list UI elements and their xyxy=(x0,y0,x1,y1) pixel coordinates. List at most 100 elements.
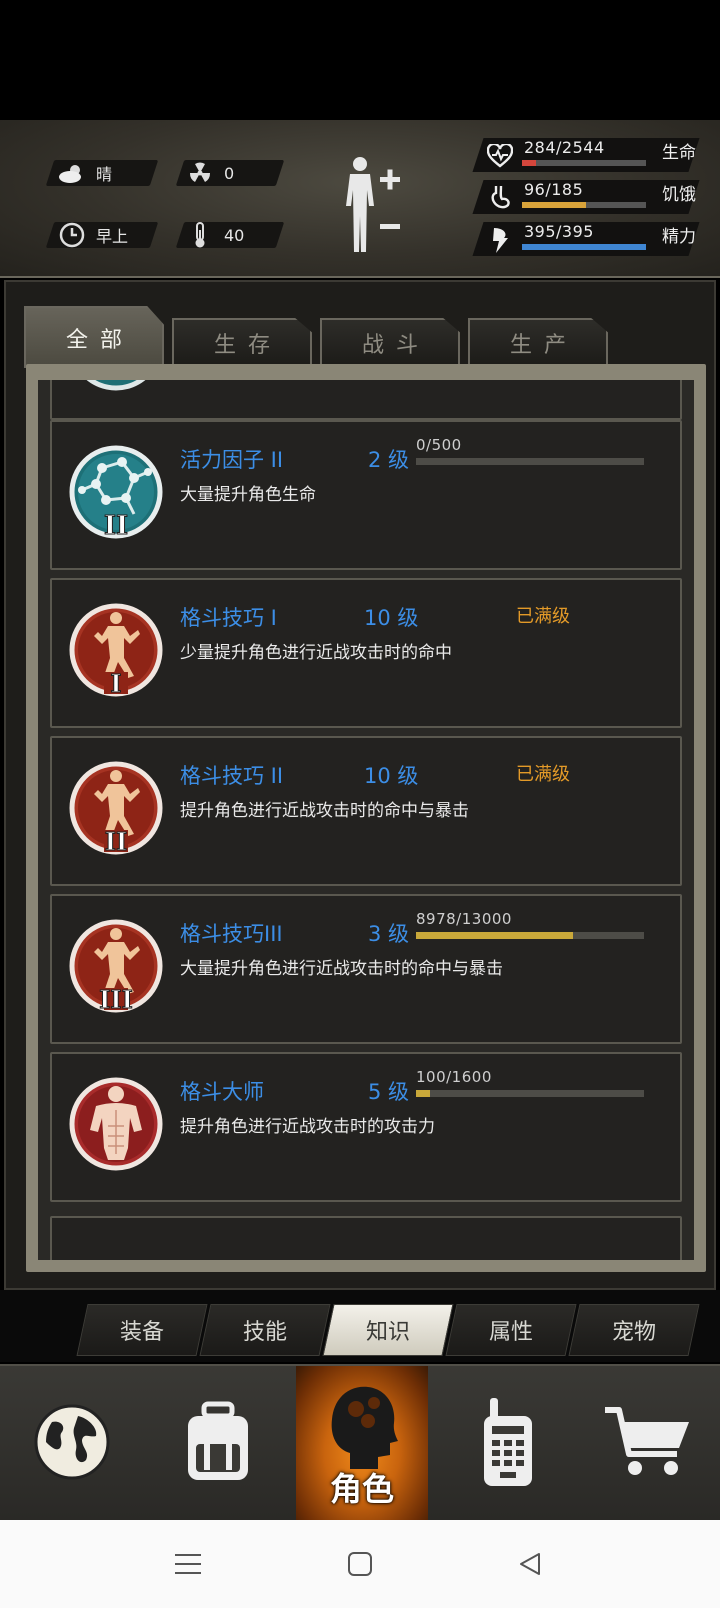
vital-fill xyxy=(522,160,536,166)
tab-1[interactable]: 生存 xyxy=(172,318,312,366)
item-name: 格斗技巧III xyxy=(180,922,283,946)
item-description: 提升角色进行近战攻击时的攻击力 xyxy=(180,1117,435,1137)
maxed-label: 已满级 xyxy=(516,764,570,785)
vital-label: 生命 xyxy=(662,143,696,163)
svg-text:I: I xyxy=(110,669,121,698)
molecule-icon xyxy=(68,380,164,400)
vital-label: 饥饿 xyxy=(662,185,696,205)
item-description: 少量提升角色进行近战攻击时的命中 xyxy=(180,643,452,663)
heart-icon xyxy=(486,142,514,170)
top-black-area xyxy=(0,0,720,120)
status-bar: 晴 0 早上 40 284/2544 生命 96/185 饥饿 395/395 精力 xyxy=(0,120,720,278)
tab-2[interactable]: 战斗 xyxy=(320,318,460,366)
item-description: 大量提升角色生命 xyxy=(180,485,316,505)
item-name: 格斗技巧 II xyxy=(180,764,284,788)
sub-tab-1[interactable]: 技能 xyxy=(205,1304,325,1356)
stomach-icon xyxy=(486,184,514,212)
item-level: 10 级 xyxy=(364,764,419,788)
item-name: 格斗大师 xyxy=(180,1080,264,1104)
item-description: 大量提升角色进行近战攻击时的命中与暴击 xyxy=(180,959,503,979)
bottom-navigation: 角色 xyxy=(0,1364,720,1522)
vital-value: 284/2544 xyxy=(524,138,605,157)
list-item[interactable]: II 活力因子 II 2 级大量提升角色生命 0/500 xyxy=(50,420,682,570)
svg-text:II: II xyxy=(104,511,128,541)
nav-label: 角色 xyxy=(329,1470,394,1508)
body-plus-minus-icon[interactable] xyxy=(338,154,418,254)
item-level: 10 级 xyxy=(364,606,419,630)
vital-track xyxy=(522,244,646,250)
energy-icon xyxy=(486,226,514,254)
svg-text:III: III xyxy=(99,985,133,1014)
cloud-sun-icon xyxy=(58,159,86,187)
radiation-status: 0 xyxy=(186,160,234,186)
maxed-label: 已满级 xyxy=(516,606,570,627)
sub-tab-3[interactable]: 属性 xyxy=(451,1304,571,1356)
progress-track xyxy=(416,458,644,465)
home-icon[interactable] xyxy=(342,1546,378,1582)
progress-text: 0/500 xyxy=(416,436,462,454)
knowledge-list[interactable]: II 活力因子 II 2 级大量提升角色生命 0/500 I 格斗技巧 I 10 级少量提升… xyxy=(38,380,694,1260)
clock-icon xyxy=(58,221,86,249)
progress-text: 8978/13000 xyxy=(416,910,512,928)
tab-0[interactable]: 全部 xyxy=(24,306,164,368)
list-item[interactable]: I 格斗技巧 I 10 级少量提升角色进行近战攻击时的命中 已满级 xyxy=(50,578,682,728)
progress-track xyxy=(416,932,644,939)
nav-head[interactable]: 角色 xyxy=(296,1366,428,1522)
list-item-partial[interactable] xyxy=(50,1216,682,1260)
tab-3[interactable]: 生产 xyxy=(468,318,608,366)
backpack-icon xyxy=(178,1400,258,1488)
vital-fill xyxy=(522,202,586,208)
item-level: 2 级 xyxy=(368,448,410,472)
vital-track xyxy=(522,160,646,166)
thermometer-icon xyxy=(186,221,214,249)
progress-track xyxy=(416,1090,644,1097)
radiation-value: 0 xyxy=(224,163,235,183)
list-frame: II 活力因子 II 2 级大量提升角色生命 0/500 I 格斗技巧 I 10 级少量提升… xyxy=(26,364,706,1272)
item-level: 5 级 xyxy=(368,1080,410,1104)
muscle-torso-icon xyxy=(68,1070,164,1182)
menu-icon[interactable] xyxy=(170,1546,206,1582)
martial-arts-icon: II xyxy=(68,754,164,866)
vital-value: 96/185 xyxy=(524,180,584,199)
temperature-value: 40 xyxy=(224,225,245,245)
martial-arts-icon: III xyxy=(68,912,164,1024)
radiation-icon xyxy=(186,159,214,187)
list-item[interactable]: III 格斗技巧III 3 级大量提升角色进行近战攻击时的命中与暴击 8978/130… xyxy=(50,894,682,1044)
nav-cart[interactable] xyxy=(576,1366,720,1522)
nav-backpack[interactable] xyxy=(146,1366,290,1522)
martial-arts-icon: I xyxy=(68,596,164,708)
item-name: 格斗技巧 I xyxy=(180,606,277,630)
sub-tab-4[interactable]: 宠物 xyxy=(574,1304,694,1356)
list-item[interactable]: 格斗大师 5 级提升角色进行近战攻击时的攻击力 100/1600 xyxy=(50,1052,682,1202)
progress-text: 100/1600 xyxy=(416,1068,492,1086)
sub-tab-2[interactable]: 知识 xyxy=(328,1304,448,1356)
walkie-talkie-icon xyxy=(478,1396,538,1492)
vital-track xyxy=(522,202,646,208)
item-level: 3 级 xyxy=(368,922,410,946)
weather-text: 晴 xyxy=(96,165,113,184)
item-description: 提升角色进行近战攻击时的命中与暴击 xyxy=(180,801,469,821)
vital-label: 精力 xyxy=(662,227,696,247)
molecule-icon: II xyxy=(68,438,164,550)
temperature-status: 40 xyxy=(186,222,244,248)
android-navigation-bar xyxy=(0,1520,720,1608)
vital-fill xyxy=(522,244,646,250)
list-item-partial[interactable] xyxy=(50,380,682,420)
cart-icon xyxy=(603,1404,693,1484)
list-item[interactable]: II 格斗技巧 II 10 级提升角色进行近战攻击时的命中与暴击 已满级 xyxy=(50,736,682,886)
nav-globe[interactable] xyxy=(0,1366,144,1522)
progress-fill xyxy=(416,1090,430,1097)
time-text: 早上 xyxy=(96,227,129,246)
globe-icon xyxy=(32,1402,112,1486)
vital-value: 395/395 xyxy=(524,222,594,241)
time-status: 早上 xyxy=(58,222,128,248)
item-name: 活力因子 II xyxy=(180,448,284,472)
nav-walkie-talkie[interactable] xyxy=(436,1366,580,1522)
sub-navigation: 装备 技能 知识 属性 宠物 xyxy=(0,1290,720,1362)
knowledge-panel: 全部 生存 战斗 生产 II 活力因子 II 2 级大量提升角色生命 0/500 I 格斗技巧 … xyxy=(4,280,716,1290)
svg-text:II: II xyxy=(105,827,127,856)
weather-status: 晴 xyxy=(58,160,112,186)
progress-fill xyxy=(416,932,573,939)
back-icon[interactable] xyxy=(512,1546,548,1582)
sub-tab-0[interactable]: 装备 xyxy=(82,1304,202,1356)
